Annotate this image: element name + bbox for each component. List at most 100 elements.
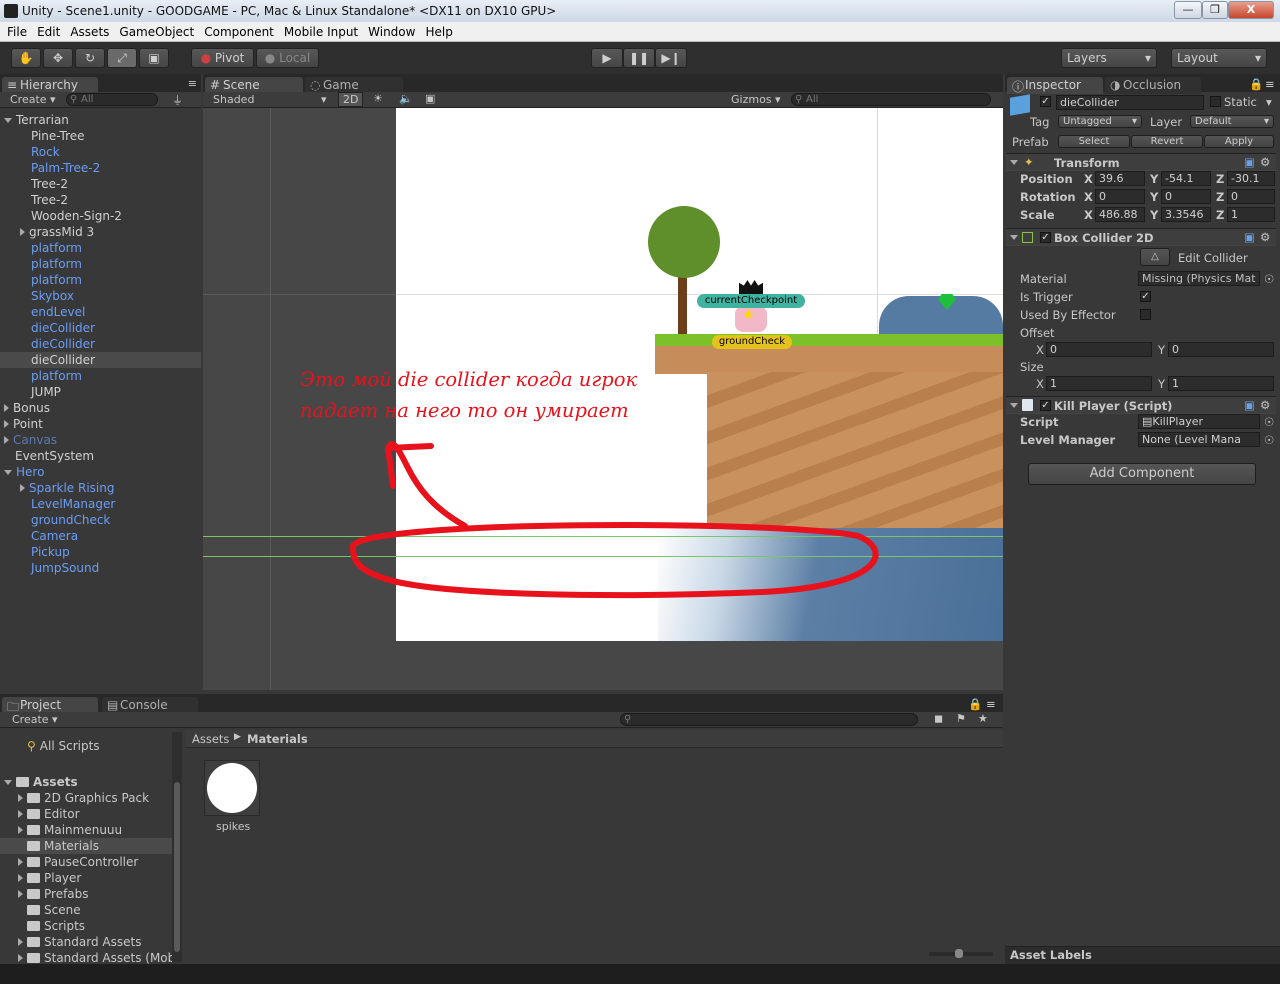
object-name-field[interactable]: dieCollider (1056, 95, 1204, 110)
hierarchy-item[interactable]: groundCheck (0, 512, 201, 528)
rotation-x-field[interactable]: 0 (1095, 189, 1145, 204)
material-field[interactable]: Missing (Physics Mat (1138, 271, 1260, 286)
lock-icon[interactable]: 🔒 (1249, 77, 1263, 91)
lighting-icon[interactable]: ☀ (373, 92, 383, 105)
menu-item-file[interactable]: File (7, 25, 27, 39)
transform-header[interactable]: ✦ Transform ▣ ⚙ (1006, 153, 1276, 171)
script-field[interactable]: ▤KillPlayer (1138, 414, 1260, 429)
hierarchy-item[interactable]: JumpSound (0, 560, 201, 576)
local-toggle[interactable]: ● Local (256, 48, 319, 68)
active-checkbox[interactable]: ✓ (1040, 96, 1051, 107)
project-tree-item[interactable]: Player (0, 870, 172, 886)
hierarchy-item[interactable]: EventSystem (0, 448, 201, 464)
menu-item-window[interactable]: Window (368, 25, 415, 39)
kill-player-enabled-checkbox[interactable]: ✓ (1040, 400, 1051, 411)
hierarchy-item[interactable]: Terrarian (0, 112, 201, 128)
used-by-effector-checkbox[interactable] (1140, 309, 1151, 320)
hierarchy-item[interactable]: platform (0, 368, 201, 384)
hierarchy-item[interactable]: Tree-2 (0, 192, 201, 208)
position-x-field[interactable]: 39.6 (1095, 171, 1145, 186)
chevron-down-icon[interactable]: ▾ (1266, 95, 1272, 109)
scrollbar-thumb[interactable] (174, 782, 180, 952)
prefab-apply-button[interactable]: Apply (1204, 135, 1274, 148)
breadcrumb-materials[interactable]: Materials (247, 732, 308, 746)
hierarchy-item[interactable]: dieCollider (0, 336, 201, 352)
menu-item-mobile-input[interactable]: Mobile Input (284, 25, 358, 39)
chevron-right-icon[interactable] (18, 810, 23, 818)
box-collider-enabled-checkbox[interactable]: ✓ (1040, 232, 1051, 243)
project-search-input[interactable]: ⚲ (620, 713, 918, 726)
minimize-button[interactable]: — (1174, 1, 1202, 19)
chevron-right-icon[interactable] (18, 954, 23, 962)
object-picker-icon[interactable]: ☉ (1264, 272, 1274, 286)
menu-item-assets[interactable]: Assets (70, 25, 109, 39)
hierarchy-create-dropdown[interactable]: Create ▾ (10, 93, 56, 106)
layers-dropdown[interactable]: Layers ▾ (1061, 48, 1157, 68)
step-button[interactable]: ▶❙ (655, 48, 687, 68)
level-manager-field[interactable]: None (Level Mana (1138, 432, 1260, 447)
scale-tool-icon[interactable]: ⤢ (107, 48, 137, 68)
offset-y-field[interactable]: 0 (1168, 342, 1274, 357)
size-x-field[interactable]: 1 (1046, 376, 1152, 391)
scene-viewport[interactable]: ★ currentCheckpoint groundCheck Это мой … (203, 108, 1003, 690)
box-collider-header[interactable]: ✓ Box Collider 2D ▣ ⚙ (1006, 228, 1276, 246)
hierarchy-item[interactable]: Skybox (0, 288, 201, 304)
chevron-right-icon[interactable] (18, 826, 23, 834)
move-tool-icon[interactable]: ✥ (43, 48, 73, 68)
panel-menu-icon[interactable]: ≡ (188, 77, 197, 90)
hierarchy-item[interactable]: platform (0, 272, 201, 288)
panel-menu-icon[interactable]: ≡ (986, 697, 996, 711)
chevron-down-icon[interactable] (4, 780, 12, 785)
hand-tool-icon[interactable]: ✋ (11, 48, 41, 68)
rotation-z-field[interactable]: 0 (1227, 189, 1275, 204)
project-tree-item[interactable]: ⚲ All Scripts (0, 738, 172, 754)
tab-inspector[interactable]: ⓘ Inspector (1007, 77, 1103, 94)
play-button[interactable]: ▶ (591, 48, 623, 68)
zoom-slider-handle[interactable] (955, 949, 963, 958)
maximize-button[interactable]: ❐ (1202, 1, 1228, 19)
hierarchy-item[interactable]: Rock (0, 144, 201, 160)
asset-name-spikes[interactable]: spikes (216, 820, 250, 833)
hierarchy-item[interactable]: Canvas (0, 432, 201, 448)
chevron-right-icon[interactable] (18, 858, 23, 866)
project-tree-item[interactable]: PauseController (0, 854, 172, 870)
layer-dropdown[interactable]: Default ▾ (1190, 115, 1274, 128)
hierarchy-item[interactable]: dieCollider (0, 352, 201, 368)
hierarchy-item[interactable]: Pine-Tree (0, 128, 201, 144)
hierarchy-item[interactable]: Hero (0, 464, 201, 480)
2d-toggle[interactable]: 2D (338, 92, 364, 107)
tree-scrollbar[interactable] (172, 732, 182, 962)
shading-dropdown[interactable]: Shaded (213, 93, 254, 106)
chevron-right-icon[interactable] (20, 228, 25, 236)
hierarchy-search-input[interactable]: ⚲ All (66, 93, 158, 106)
chevron-right-icon[interactable] (4, 436, 9, 444)
scene-filter-icon[interactable]: ⏚ (172, 92, 183, 108)
chevron-right-icon[interactable] (18, 794, 23, 802)
project-tree-item[interactable]: Assets (0, 774, 172, 790)
menu-item-help[interactable]: Help (425, 25, 452, 39)
chevron-right-icon[interactable] (4, 420, 9, 428)
asset-tile-spikes[interactable] (204, 760, 260, 816)
scene-search-input[interactable]: ⚲ All (791, 93, 991, 106)
gear-icon[interactable]: ⚙ (1260, 155, 1270, 169)
project-tree-item[interactable]: 2D Graphics Pack (0, 790, 172, 806)
tab-occlusion[interactable]: ◑ Occlusion (1105, 77, 1201, 94)
project-tree-item[interactable]: Scene (0, 902, 172, 918)
menu-item-component[interactable]: Component (204, 25, 274, 39)
scale-x-field[interactable]: 486.88 (1095, 207, 1145, 222)
hierarchy-item[interactable]: Pickup (0, 544, 201, 560)
project-tree-item[interactable]: Materials (0, 838, 172, 854)
gizmos-dropdown[interactable]: Gizmos ▾ (731, 93, 781, 106)
project-tree-item[interactable]: Prefabs (0, 886, 172, 902)
hierarchy-item[interactable]: Point (0, 416, 201, 432)
hierarchy-item[interactable]: Sparkle Rising (0, 480, 201, 496)
help-icon[interactable]: ▣ (1244, 155, 1255, 169)
position-y-field[interactable]: -54.1 (1161, 171, 1211, 186)
help-icon[interactable]: ▣ (1244, 398, 1255, 412)
project-tree-item[interactable]: Standard Assets (0, 934, 172, 950)
chevron-right-icon[interactable] (4, 404, 9, 412)
hierarchy-item[interactable]: JUMP (0, 384, 201, 400)
hierarchy-item[interactable]: platform (0, 240, 201, 256)
pause-button[interactable]: ❚❚ (623, 48, 655, 68)
rotate-tool-icon[interactable]: ↻ (75, 48, 105, 68)
